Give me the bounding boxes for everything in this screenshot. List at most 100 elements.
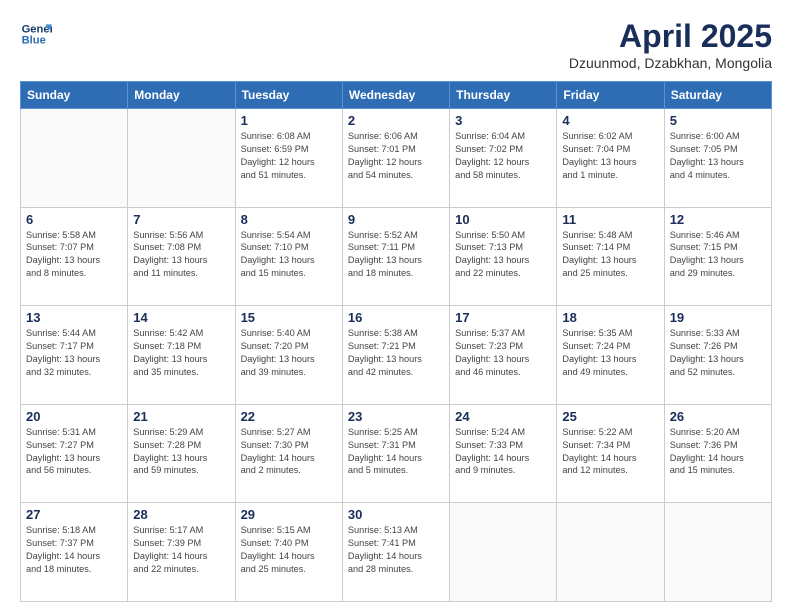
calendar-cell: 27 Sunrise: 5:18 AM Sunset: 7:37 PM Dayli… bbox=[21, 503, 128, 602]
day-info: Sunrise: 5:13 AM Sunset: 7:41 PM Dayligh… bbox=[348, 524, 444, 576]
day-number: 18 bbox=[562, 310, 658, 325]
calendar-cell bbox=[557, 503, 664, 602]
calendar-cell: 28Sunrise: 5:17 AM Sunset: 7:39 PM Dayli… bbox=[128, 503, 235, 602]
day-number: 27 bbox=[26, 507, 122, 522]
day-number: 6 bbox=[26, 212, 122, 227]
day-number: 22 bbox=[241, 409, 337, 424]
day-header-wednesday: Wednesday bbox=[342, 82, 449, 109]
calendar-cell: 8 Sunrise: 5:54 AM Sunset: 7:10 PM Daylig… bbox=[235, 207, 342, 306]
day-info: Sunrise: 5:58 AM Sunset: 7:07 PM Dayligh… bbox=[26, 229, 122, 281]
day-info: Sunrise: 5:37 AM Sunset: 7:23 PM Dayligh… bbox=[455, 327, 551, 379]
calendar-week-row: 13 Sunrise: 5:44 AM Sunset: 7:17 PM Dayli… bbox=[21, 306, 772, 405]
day-info: Sunrise: 5:35 AM Sunset: 7:24 PM Dayligh… bbox=[562, 327, 658, 379]
day-number: 29 bbox=[241, 507, 337, 522]
calendar-cell: 16 Sunrise: 5:38 AM Sunset: 7:21 PM Dayli… bbox=[342, 306, 449, 405]
day-info: Sunrise: 5:54 AM Sunset: 7:10 PM Dayligh… bbox=[241, 229, 337, 281]
calendar-cell: 18 Sunrise: 5:35 AM Sunset: 7:24 PM Dayli… bbox=[557, 306, 664, 405]
day-info: Sunrise: 6:06 AM Sunset: 7:01 PM Dayligh… bbox=[348, 130, 444, 182]
day-header-sunday: Sunday bbox=[21, 82, 128, 109]
day-info: Sunrise: 5:42 AM Sunset: 7:18 PM Dayligh… bbox=[133, 327, 229, 379]
day-info: Sunrise: 5:52 AM Sunset: 7:11 PM Dayligh… bbox=[348, 229, 444, 281]
day-number: 30 bbox=[348, 507, 444, 522]
calendar-cell: 12Sunrise: 5:46 AM Sunset: 7:15 PM Dayli… bbox=[664, 207, 771, 306]
day-header-friday: Friday bbox=[557, 82, 664, 109]
day-number: 7 bbox=[133, 212, 229, 227]
location: Dzuunmod, Dzabkhan, Mongolia bbox=[569, 55, 772, 71]
calendar-cell: 2 Sunrise: 6:06 AM Sunset: 7:01 PM Daylig… bbox=[342, 109, 449, 208]
day-info: Sunrise: 5:50 AM Sunset: 7:13 PM Dayligh… bbox=[455, 229, 551, 281]
day-info: Sunrise: 6:02 AM Sunset: 7:04 PM Dayligh… bbox=[562, 130, 658, 182]
day-number: 21 bbox=[133, 409, 229, 424]
day-info: Sunrise: 5:22 AM Sunset: 7:34 PM Dayligh… bbox=[562, 426, 658, 478]
day-number: 3 bbox=[455, 113, 551, 128]
day-number: 8 bbox=[241, 212, 337, 227]
calendar-cell: 9 Sunrise: 5:52 AM Sunset: 7:11 PM Daylig… bbox=[342, 207, 449, 306]
day-info: Sunrise: 5:24 AM Sunset: 7:33 PM Dayligh… bbox=[455, 426, 551, 478]
day-header-thursday: Thursday bbox=[450, 82, 557, 109]
day-number: 16 bbox=[348, 310, 444, 325]
page: General Blue April 2025 Dzuunmod, Dzabkh… bbox=[0, 0, 792, 612]
calendar-cell: 4 Sunrise: 6:02 AM Sunset: 7:04 PM Daylig… bbox=[557, 109, 664, 208]
day-info: Sunrise: 6:00 AM Sunset: 7:05 PM Dayligh… bbox=[670, 130, 766, 182]
day-number: 2 bbox=[348, 113, 444, 128]
day-info: Sunrise: 5:15 AM Sunset: 7:40 PM Dayligh… bbox=[241, 524, 337, 576]
calendar-cell: 17 Sunrise: 5:37 AM Sunset: 7:23 PM Dayli… bbox=[450, 306, 557, 405]
calendar-week-row: 1 Sunrise: 6:08 AM Sunset: 6:59 PM Daylig… bbox=[21, 109, 772, 208]
calendar-cell: 11 Sunrise: 5:48 AM Sunset: 7:14 PM Dayli… bbox=[557, 207, 664, 306]
day-number: 4 bbox=[562, 113, 658, 128]
calendar-cell: 24 Sunrise: 5:24 AM Sunset: 7:33 PM Dayli… bbox=[450, 404, 557, 503]
day-info: Sunrise: 5:31 AM Sunset: 7:27 PM Dayligh… bbox=[26, 426, 122, 478]
calendar-cell: 29 Sunrise: 5:15 AM Sunset: 7:40 PM Dayli… bbox=[235, 503, 342, 602]
calendar-cell: 15Sunrise: 5:40 AM Sunset: 7:20 PM Dayli… bbox=[235, 306, 342, 405]
day-info: Sunrise: 5:20 AM Sunset: 7:36 PM Dayligh… bbox=[670, 426, 766, 478]
day-number: 5 bbox=[670, 113, 766, 128]
calendar-week-row: 6 Sunrise: 5:58 AM Sunset: 7:07 PM Daylig… bbox=[21, 207, 772, 306]
calendar-week-row: 27 Sunrise: 5:18 AM Sunset: 7:37 PM Dayli… bbox=[21, 503, 772, 602]
calendar-cell: 23Sunrise: 5:25 AM Sunset: 7:31 PM Dayli… bbox=[342, 404, 449, 503]
calendar-cell: 14Sunrise: 5:42 AM Sunset: 7:18 PM Dayli… bbox=[128, 306, 235, 405]
day-info: Sunrise: 5:56 AM Sunset: 7:08 PM Dayligh… bbox=[133, 229, 229, 281]
day-number: 12 bbox=[670, 212, 766, 227]
day-number: 23 bbox=[348, 409, 444, 424]
day-info: Sunrise: 5:27 AM Sunset: 7:30 PM Dayligh… bbox=[241, 426, 337, 478]
day-number: 19 bbox=[670, 310, 766, 325]
day-info: Sunrise: 5:48 AM Sunset: 7:14 PM Dayligh… bbox=[562, 229, 658, 281]
calendar-cell bbox=[128, 109, 235, 208]
calendar-table: SundayMondayTuesdayWednesdayThursdayFrid… bbox=[20, 81, 772, 602]
day-number: 26 bbox=[670, 409, 766, 424]
header: General Blue April 2025 Dzuunmod, Dzabkh… bbox=[20, 18, 772, 71]
day-number: 13 bbox=[26, 310, 122, 325]
calendar-cell: 6 Sunrise: 5:58 AM Sunset: 7:07 PM Daylig… bbox=[21, 207, 128, 306]
calendar-cell: 22 Sunrise: 5:27 AM Sunset: 7:30 PM Dayli… bbox=[235, 404, 342, 503]
day-info: Sunrise: 5:40 AM Sunset: 7:20 PM Dayligh… bbox=[241, 327, 337, 379]
calendar-cell bbox=[21, 109, 128, 208]
month-title: April 2025 bbox=[569, 18, 772, 55]
day-info: Sunrise: 5:38 AM Sunset: 7:21 PM Dayligh… bbox=[348, 327, 444, 379]
day-number: 25 bbox=[562, 409, 658, 424]
calendar-week-row: 20Sunrise: 5:31 AM Sunset: 7:27 PM Dayli… bbox=[21, 404, 772, 503]
logo: General Blue bbox=[20, 18, 52, 50]
day-info: Sunrise: 6:08 AM Sunset: 6:59 PM Dayligh… bbox=[241, 130, 337, 182]
calendar-cell: 3 Sunrise: 6:04 AM Sunset: 7:02 PM Daylig… bbox=[450, 109, 557, 208]
calendar-cell: 7 Sunrise: 5:56 AM Sunset: 7:08 PM Daylig… bbox=[128, 207, 235, 306]
title-area: April 2025 Dzuunmod, Dzabkhan, Mongolia bbox=[569, 18, 772, 71]
day-number: 9 bbox=[348, 212, 444, 227]
day-number: 17 bbox=[455, 310, 551, 325]
calendar-cell: 1 Sunrise: 6:08 AM Sunset: 6:59 PM Daylig… bbox=[235, 109, 342, 208]
day-info: Sunrise: 5:18 AM Sunset: 7:37 PM Dayligh… bbox=[26, 524, 122, 576]
calendar-cell: 30 Sunrise: 5:13 AM Sunset: 7:41 PM Dayli… bbox=[342, 503, 449, 602]
day-number: 28 bbox=[133, 507, 229, 522]
day-header-saturday: Saturday bbox=[664, 82, 771, 109]
logo-icon: General Blue bbox=[20, 18, 52, 50]
day-number: 10 bbox=[455, 212, 551, 227]
day-info: Sunrise: 6:04 AM Sunset: 7:02 PM Dayligh… bbox=[455, 130, 551, 182]
calendar-cell: 13 Sunrise: 5:44 AM Sunset: 7:17 PM Dayli… bbox=[21, 306, 128, 405]
day-info: Sunrise: 5:44 AM Sunset: 7:17 PM Dayligh… bbox=[26, 327, 122, 379]
day-number: 11 bbox=[562, 212, 658, 227]
calendar-cell: 19Sunrise: 5:33 AM Sunset: 7:26 PM Dayli… bbox=[664, 306, 771, 405]
day-number: 1 bbox=[241, 113, 337, 128]
calendar-cell: 10 Sunrise: 5:50 AM Sunset: 7:13 PM Dayli… bbox=[450, 207, 557, 306]
day-header-tuesday: Tuesday bbox=[235, 82, 342, 109]
day-number: 24 bbox=[455, 409, 551, 424]
day-header-monday: Monday bbox=[128, 82, 235, 109]
